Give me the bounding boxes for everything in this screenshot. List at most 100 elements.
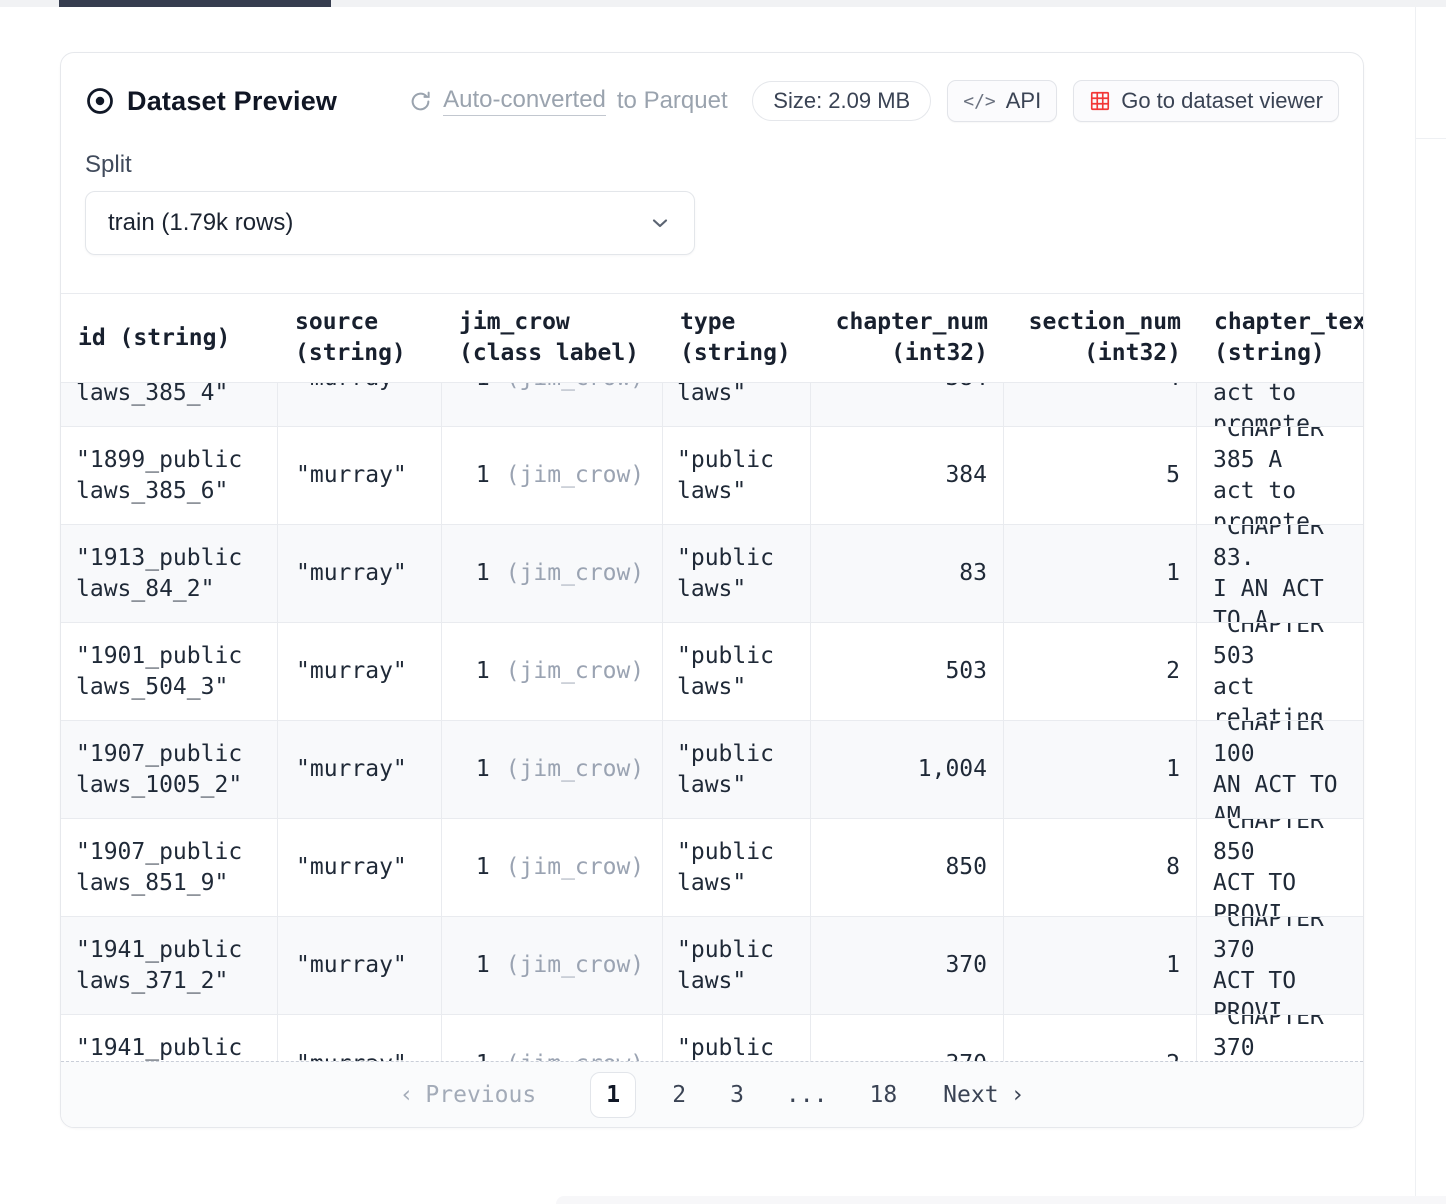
next-section-edge — [556, 1196, 1446, 1204]
chevron-right-icon: › — [1011, 1080, 1025, 1111]
cell-chapter-text: "CHAPTER 503 act relating — [1197, 623, 1363, 720]
chevron-left-icon: ‹ — [400, 1080, 414, 1111]
code-icon: </> — [963, 91, 996, 112]
cell-source: "murray" — [278, 525, 442, 622]
cell-chapter-text: "CHAPTER 850 ACT TO PROVI — [1197, 819, 1363, 916]
pagination-bar: ‹ Previous 1 2 3 ... 18 Next › — [61, 1061, 1363, 1128]
cell-type: "public laws" — [663, 819, 811, 916]
page-button-2[interactable]: 2 — [664, 1080, 694, 1111]
cell-source: "murray" — [278, 427, 442, 524]
cell-section-num: 8 — [1004, 819, 1197, 916]
page-ellipsis: ... — [780, 1080, 834, 1111]
cell-id: "1901_public laws_504_3" — [61, 623, 278, 720]
cell-id: "1899_public laws_385_6" — [61, 427, 278, 524]
cell-id: "1899_public laws_385_4" — [61, 383, 278, 427]
table-header-row: id (string) source (string) jim_crow (cl… — [61, 293, 1363, 383]
right-panel-separator — [1416, 138, 1446, 139]
column-header-chapter-text: chapter_text (string) — [1197, 294, 1364, 382]
cell-section-num: 1 — [1004, 721, 1197, 818]
auto-converted-link[interactable]: Auto-converted — [443, 86, 606, 116]
cell-chapter-num: 370 — [811, 1015, 1004, 1061]
cell-source: "murray" — [278, 721, 442, 818]
refresh-icon — [409, 90, 432, 113]
cell-id: "1913_public laws_84_2" — [61, 525, 278, 622]
cell-chapter-text: "CHAPTER 100 AN ACT TO AM — [1197, 721, 1363, 818]
cell-chapter-text: "CHAPTER 370 ACT TO PROVI — [1197, 917, 1363, 1014]
cell-section-num: 2 — [1004, 1015, 1197, 1061]
table-row: "1907_public laws_1005_2" "murray" 1(jim… — [61, 721, 1363, 819]
table-row: "1901_public laws_504_3" "murray" 1(jim_… — [61, 623, 1363, 721]
viewer-button-label: Go to dataset viewer — [1121, 88, 1323, 114]
table-row-clipped-top: "1899_public laws_385_4" "murray" 1(jim_… — [61, 383, 1363, 427]
table-row: "1913_public laws_84_2" "murray" 1(jim_c… — [61, 525, 1363, 623]
previous-label: Previous — [425, 1080, 536, 1111]
cell-section-num: 1 — [1004, 917, 1197, 1014]
cell-type: "public laws" — [663, 917, 811, 1014]
cell-type: "public laws" — [663, 525, 811, 622]
cell-chapter-num: 384 — [811, 427, 1004, 524]
cell-jim-crow: 1(jim_crow) — [442, 623, 663, 720]
cell-type: "public laws" — [663, 623, 811, 720]
cell-chapter-text: "CHAPTER 83. I AN ACT TO A — [1197, 525, 1363, 622]
grid-icon — [1089, 90, 1111, 112]
cell-section-num: 1 — [1004, 525, 1197, 622]
cell-section-num: 2 — [1004, 623, 1197, 720]
cell-jim-crow: 1(jim_crow) — [442, 917, 663, 1014]
column-header-id: id (string) — [61, 294, 278, 382]
api-button[interactable]: </> API — [947, 80, 1057, 122]
cell-jim-crow: 1(jim_crow) — [442, 819, 663, 916]
cell-chapter-text: "CHAPTER 370 ACT TO PROVI — [1197, 1015, 1363, 1061]
data-table: id (string) source (string) jim_crow (cl… — [61, 293, 1363, 1128]
active-tab-underline — [59, 0, 331, 7]
size-badge: Size: 2.09 MB — [752, 81, 931, 121]
split-selected-value: train (1.79k rows) — [108, 209, 293, 237]
page-button-3[interactable]: 3 — [722, 1080, 752, 1111]
previous-page-button[interactable]: ‹ Previous — [400, 1080, 537, 1111]
table-row: "1907_public laws_851_9" "murray" 1(jim_… — [61, 819, 1363, 917]
split-label: Split — [85, 151, 1339, 181]
column-header-section-num: section_num (int32) — [1004, 294, 1197, 382]
cell-chapter-num: 1,004 — [811, 721, 1004, 818]
next-page-button[interactable]: Next › — [943, 1080, 1024, 1111]
cell-id: "1907_public laws_1005_2" — [61, 721, 278, 818]
api-button-label: API — [1006, 88, 1041, 114]
table-row: "1899_public laws_385_6" "murray" 1(jim_… — [61, 427, 1363, 525]
cell-jim-crow: 1(jim_crow) — [442, 525, 663, 622]
column-header-type: type (string) — [663, 294, 811, 382]
cell-section-num: 5 — [1004, 427, 1197, 524]
cell-chapter-num: 850 — [811, 819, 1004, 916]
cell-source: "murray" — [278, 623, 442, 720]
cell-jim-crow: 1(jim_crow) — [442, 721, 663, 818]
page-button-1[interactable]: 1 — [590, 1072, 636, 1118]
cell-chapter-text: "CHAPTER 385 A act to promote — [1197, 383, 1363, 427]
cell-chapter-num: 384 — [811, 383, 1004, 427]
right-panel-divider — [1415, 7, 1416, 1204]
split-select[interactable]: train (1.79k rows) — [85, 191, 695, 255]
table-row: "1941_public laws_371_2" "murray" 1(jim_… — [61, 917, 1363, 1015]
dataset-preview-card: Dataset Preview Auto-converted to Parque… — [60, 52, 1364, 1128]
cell-chapter-num: 83 — [811, 525, 1004, 622]
page-button-18[interactable]: 18 — [861, 1080, 905, 1111]
cell-source: "murray" — [278, 1015, 442, 1061]
cell-type: "public laws" — [663, 383, 811, 427]
card-header: Dataset Preview Auto-converted to Parque… — [61, 53, 1363, 255]
cell-id: "1941_public laws_371_2" — [61, 917, 278, 1014]
cell-jim-crow: 1(jim_crow) — [442, 383, 663, 427]
cell-type: "public laws" — [663, 427, 811, 524]
chevron-down-icon — [648, 211, 672, 235]
dataset-preview-page: Dataset Preview Auto-converted to Parque… — [0, 0, 1446, 1204]
go-to-dataset-viewer-button[interactable]: Go to dataset viewer — [1073, 80, 1339, 122]
next-label: Next — [943, 1080, 998, 1111]
cell-chapter-text: "CHAPTER 385 A act to promote — [1197, 427, 1363, 524]
cell-section-num: 4 — [1004, 383, 1197, 427]
cell-source: "murray" — [278, 917, 442, 1014]
column-header-chapter-num: chapter_num (int32) — [811, 294, 1004, 382]
cell-source: "murray" — [278, 383, 442, 427]
cell-chapter-num: 370 — [811, 917, 1004, 1014]
cell-type: "public laws" — [663, 1015, 811, 1061]
column-header-source: source (string) — [278, 294, 442, 382]
column-header-jim-crow: jim_crow (class label) — [442, 294, 663, 382]
cell-jim-crow: 1(jim_crow) — [442, 1015, 663, 1061]
cell-jim-crow: 1(jim_crow) — [442, 427, 663, 524]
cell-source: "murray" — [278, 819, 442, 916]
